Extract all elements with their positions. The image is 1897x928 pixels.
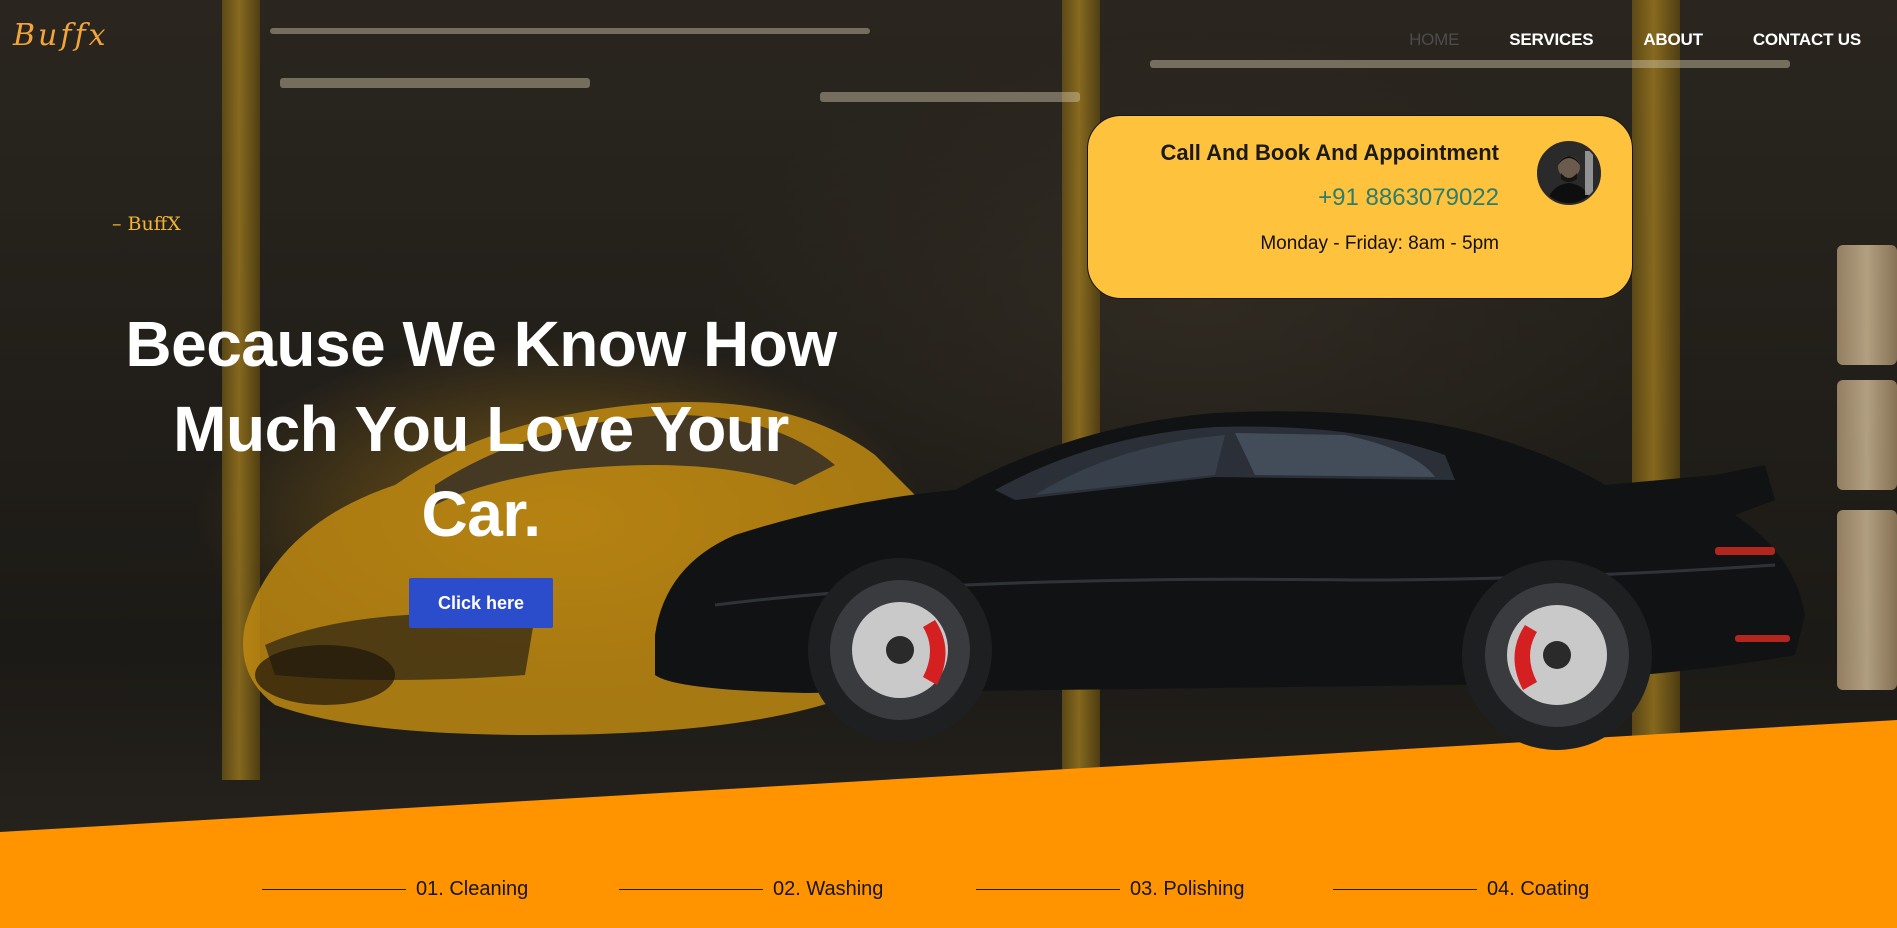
hero-tagline: – BuffX — [112, 213, 181, 235]
divider-line — [262, 888, 406, 891]
nav-item-services[interactable]: SERVICES — [1509, 30, 1593, 50]
appointment-title: Call And Book And Appointment — [1160, 140, 1499, 165]
headline-line: Much You Love Your — [173, 393, 789, 465]
phone-number-link[interactable]: +91 8863079022 — [1318, 184, 1499, 212]
barrel — [1837, 380, 1897, 490]
hero-headline: Because We Know How Much You Love Your C… — [100, 302, 862, 557]
nav-item-contact-us[interactable]: CONTACT US — [1753, 30, 1861, 50]
services-list: 01. Cleaning 02. Washing 03. Polishing 0… — [262, 878, 1690, 901]
divider-line — [1333, 888, 1477, 891]
service-label: 01. Cleaning — [416, 878, 529, 900]
service-label: 02. Washing — [773, 878, 884, 900]
ceiling-beam — [270, 28, 870, 34]
barrel — [1837, 510, 1897, 690]
ceiling-light — [820, 92, 1080, 102]
ceiling-beam — [1150, 60, 1790, 68]
nav-item-home[interactable]: HOME — [1409, 30, 1459, 50]
ceiling-light — [280, 78, 590, 88]
service-label: 04. Coating — [1487, 878, 1590, 900]
service-item-washing[interactable]: 02. Washing — [619, 878, 976, 901]
divider-line — [976, 888, 1120, 891]
barrel — [1837, 245, 1897, 365]
service-label: 03. Polishing — [1130, 878, 1245, 900]
appointment-card: Call And Book And Appointment +91 886307… — [1087, 115, 1633, 299]
headline-line: Because We Know How — [125, 308, 837, 380]
click-here-button[interactable]: Click here — [409, 578, 553, 628]
nav-item-about[interactable]: ABOUT — [1643, 30, 1703, 50]
service-item-polishing[interactable]: 03. Polishing — [976, 878, 1333, 901]
brand-logo[interactable]: Buffx — [13, 18, 109, 53]
main-nav: HOME SERVICES ABOUT CONTACT US — [1409, 30, 1861, 50]
person-avatar-icon — [1537, 141, 1601, 205]
service-item-coating[interactable]: 04. Coating — [1333, 878, 1690, 901]
divider-line — [619, 888, 763, 891]
service-item-cleaning[interactable]: 01. Cleaning — [262, 878, 619, 901]
headline-line: Car. — [421, 478, 541, 550]
business-hours: Monday - Friday: 8am - 5pm — [1260, 233, 1499, 254]
